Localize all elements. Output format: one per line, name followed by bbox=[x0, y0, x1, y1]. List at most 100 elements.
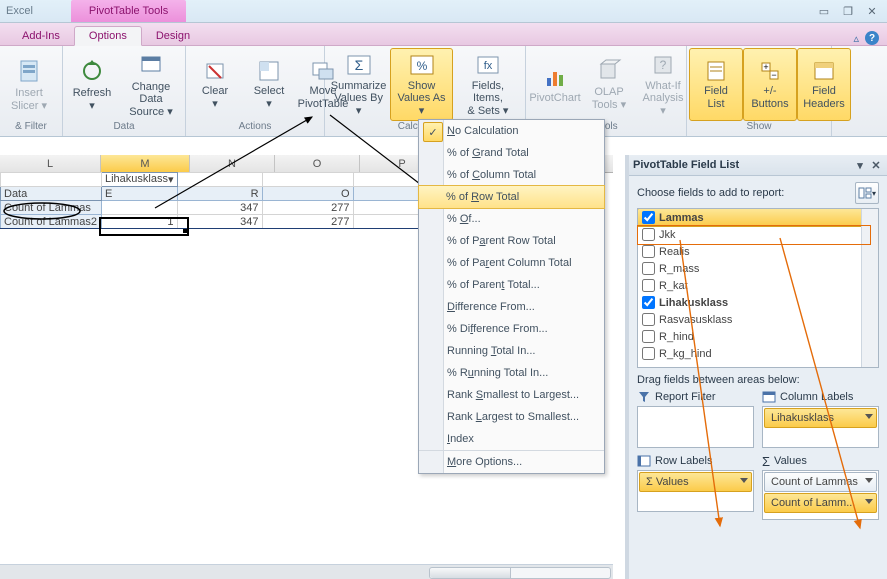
horizontal-scrollbar[interactable] bbox=[0, 564, 613, 579]
ribbon-min-icon[interactable]: ▵ bbox=[853, 32, 859, 45]
menu-pct-of[interactable]: % Of... bbox=[419, 208, 604, 230]
change-data-source-label: Change DataSource ▾ bbox=[126, 81, 176, 117]
pivotchart-button[interactable]: PivotChart bbox=[528, 48, 582, 121]
cell-count-lammas2-label[interactable]: Count of Lammas2 bbox=[1, 215, 102, 229]
svg-text:%: % bbox=[416, 59, 427, 73]
menu-pct-parent-row[interactable]: % of Parent Row Total bbox=[419, 230, 604, 252]
cell-count-lammas-label[interactable]: Count of Lammas bbox=[1, 201, 102, 215]
pane-header[interactable]: PivotTable Field List ▾✕ bbox=[629, 155, 887, 176]
cell-data-header[interactable]: Data bbox=[1, 187, 102, 201]
tab-addins[interactable]: Add-Ins bbox=[8, 27, 74, 45]
plusminus-label: +/-Buttons bbox=[751, 85, 788, 109]
ribbon-tabs: Add-Ins Options Design ▵ ? bbox=[0, 23, 887, 46]
cell-hdr-O[interactable]: O bbox=[262, 187, 353, 201]
col-L[interactable]: L bbox=[0, 155, 101, 172]
plusminus-buttons-button[interactable]: +− +/-Buttons bbox=[743, 48, 797, 121]
field-rkat-checkbox[interactable] bbox=[642, 279, 655, 292]
chip-lihakusklass[interactable]: Lihakusklass bbox=[764, 408, 877, 428]
field-jkk-checkbox[interactable] bbox=[642, 228, 655, 241]
field-jkk[interactable]: Jkk bbox=[638, 226, 878, 243]
cell-lihakusklass[interactable]: Lihakusklass ▾ bbox=[102, 173, 178, 187]
col-N[interactable]: N bbox=[190, 155, 275, 172]
field-lammas-checkbox[interactable] bbox=[642, 211, 655, 224]
area-row-labels[interactable]: Row Labels Σ Values bbox=[637, 452, 754, 520]
tab-design[interactable]: Design bbox=[142, 27, 204, 45]
field-rv-checkbox[interactable] bbox=[642, 313, 655, 326]
menu-rank-smallest[interactable]: Rank Smallest to Largest... bbox=[419, 384, 604, 406]
change-data-source-button[interactable]: Change DataSource ▾ bbox=[119, 48, 183, 121]
menu-rank-largest[interactable]: Rank Largest to Smallest... bbox=[419, 406, 604, 428]
close-icon[interactable]: ✕ bbox=[863, 5, 881, 18]
area-column-labels[interactable]: Column Labels Lihakusklass bbox=[762, 388, 879, 448]
pivot-table: Lihakusklass ▾ Data E R O P Count of Lam… bbox=[0, 172, 445, 229]
ribbon-group-actions: Actions bbox=[186, 121, 324, 136]
field-lammas[interactable]: Lammas ▾ bbox=[637, 208, 879, 227]
menu-more-options[interactable]: More Options... bbox=[419, 450, 604, 473]
fields-items-sets-button[interactable]: fx Fields, Items,& Sets ▾ bbox=[453, 48, 523, 121]
field-headers-button[interactable]: FieldHeaders bbox=[797, 48, 851, 121]
cell-hdr-E[interactable]: E bbox=[102, 187, 178, 201]
menu-pct-difference-from[interactable]: % Difference From... bbox=[419, 318, 604, 340]
show-values-as-menu: ✓No Calculation % of Grand Total % of Co… bbox=[418, 119, 605, 474]
refresh-button[interactable]: Refresh▾ bbox=[65, 48, 119, 121]
chip-count-lammas2[interactable]: Count of Lamm... bbox=[764, 493, 877, 513]
field-rhind[interactable]: R_hind bbox=[638, 328, 878, 345]
field-rkg-checkbox[interactable] bbox=[642, 347, 655, 360]
pane-close-icon[interactable]: ✕ bbox=[869, 159, 883, 172]
pivotchart-label: PivotChart bbox=[529, 92, 580, 104]
cell-N-row1[interactable]: 347 bbox=[177, 201, 262, 215]
sigma-icon: Σ bbox=[762, 454, 770, 469]
whatif-analysis-button[interactable]: ? What-IfAnalysis ▾ bbox=[636, 48, 690, 121]
menu-pct-running-total[interactable]: % Running Total In... bbox=[419, 362, 604, 384]
show-values-as-button[interactable]: % ShowValues As ▾ bbox=[390, 48, 453, 121]
field-rasvasusklass[interactable]: Rasvasusklass bbox=[638, 311, 878, 328]
drag-fields-label: Drag fields between areas below: bbox=[629, 370, 887, 388]
field-lammas-label: Lammas bbox=[659, 212, 704, 224]
menu-no-calculation[interactable]: ✓No Calculation bbox=[419, 120, 604, 142]
col-O[interactable]: O bbox=[275, 155, 360, 172]
field-realis-checkbox[interactable] bbox=[642, 245, 655, 258]
field-list[interactable]: Lammas ▾ Jkk Realis R_mass R_kat Lihakus… bbox=[637, 208, 879, 368]
select-button[interactable]: Select▾ bbox=[242, 48, 296, 121]
chip-sigma-values[interactable]: Σ Values bbox=[639, 472, 752, 492]
insert-slicer-button[interactable]: InsertSlicer ▾ bbox=[2, 48, 56, 121]
cell-M-row2[interactable]: 1 bbox=[102, 215, 178, 229]
area-values[interactable]: ΣValues Count of Lammas Count of Lamm... bbox=[762, 452, 879, 520]
cell-O-row1[interactable]: 277 bbox=[262, 201, 353, 215]
field-rh-checkbox[interactable] bbox=[642, 330, 655, 343]
pane-dropdown-icon[interactable]: ▾ bbox=[853, 159, 867, 172]
col-M[interactable]: M bbox=[101, 155, 190, 172]
field-list-scrollbar[interactable] bbox=[861, 209, 878, 367]
cell-hdr-R[interactable]: R bbox=[177, 187, 262, 201]
choose-fields-label: Choose fields to add to report: bbox=[637, 187, 784, 199]
menu-pct-parent-total[interactable]: % of Parent Total... bbox=[419, 274, 604, 296]
check-icon: ✓ bbox=[423, 122, 443, 142]
help-icon[interactable]: ? bbox=[865, 31, 879, 45]
field-list-button[interactable]: FieldList bbox=[689, 48, 743, 121]
menu-pct-grand-total[interactable]: % of Grand Total bbox=[419, 142, 604, 164]
menu-index[interactable]: Index bbox=[419, 428, 604, 450]
chip-count-lammas[interactable]: Count of Lammas bbox=[764, 472, 877, 492]
field-rmass-checkbox[interactable] bbox=[642, 262, 655, 275]
menu-running-total[interactable]: Running Total In... bbox=[419, 340, 604, 362]
minimize-icon[interactable]: ▭ bbox=[815, 5, 833, 18]
cell-O-row2[interactable]: 277 bbox=[262, 215, 353, 229]
field-rkghind[interactable]: R_kg_hind bbox=[638, 345, 878, 362]
restore-icon[interactable]: ❐ bbox=[839, 5, 857, 18]
field-realis[interactable]: Realis bbox=[638, 243, 878, 260]
menu-pct-parent-col[interactable]: % of Parent Column Total bbox=[419, 252, 604, 274]
area-report-filter[interactable]: Report Filter bbox=[637, 388, 754, 448]
field-rkat[interactable]: R_kat bbox=[638, 277, 878, 294]
field-lihakusklass[interactable]: Lihakusklass bbox=[638, 294, 878, 311]
field-rmass[interactable]: R_mass bbox=[638, 260, 878, 277]
summarize-values-by-button[interactable]: Σ SummarizeValues By ▾ bbox=[327, 48, 390, 121]
clear-button[interactable]: Clear▾ bbox=[188, 48, 242, 121]
field-lk-checkbox[interactable] bbox=[642, 296, 655, 309]
tab-options[interactable]: Options bbox=[74, 26, 142, 46]
cell-N-row2[interactable]: 347 bbox=[177, 215, 262, 229]
menu-difference-from[interactable]: Difference From... bbox=[419, 296, 604, 318]
olap-tools-button[interactable]: OLAPTools ▾ bbox=[582, 48, 636, 121]
menu-pct-column-total[interactable]: % of Column Total bbox=[419, 164, 604, 186]
menu-pct-row-total[interactable]: % of Row Total bbox=[418, 185, 605, 209]
layout-options-button[interactable]: ▾ bbox=[855, 182, 879, 204]
